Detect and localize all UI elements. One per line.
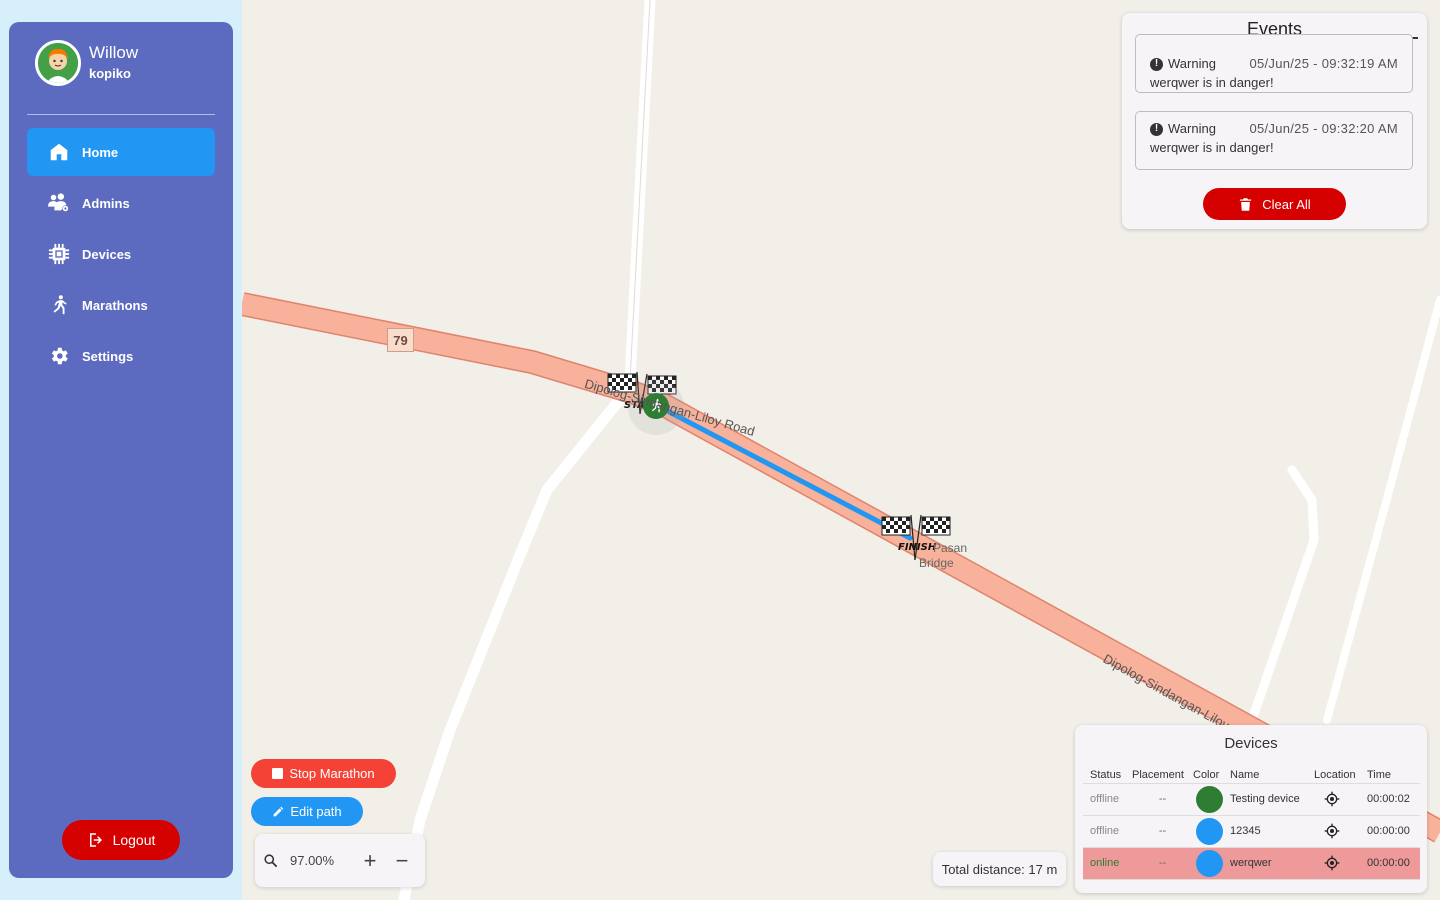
table-row[interactable]: offline -- Testing device 00:00:02 bbox=[1083, 783, 1420, 816]
sidebar: Willow kopiko Home Admins Devices Marath… bbox=[9, 22, 233, 878]
chip-icon bbox=[47, 242, 71, 266]
zoom-value: 97.00% bbox=[290, 853, 335, 868]
zoom-in-button[interactable]: + bbox=[358, 848, 382, 873]
device-status: online bbox=[1083, 847, 1132, 880]
device-status: offline bbox=[1083, 815, 1132, 848]
sidebar-divider bbox=[27, 114, 215, 115]
edit-path-label: Edit path bbox=[290, 804, 342, 819]
event-level: Warning bbox=[1168, 56, 1216, 71]
locate-button[interactable] bbox=[1314, 783, 1367, 816]
sidebar-item-label: Marathons bbox=[82, 297, 148, 313]
bridge-label: Pasan Bridge bbox=[919, 541, 968, 570]
warning-icon: ! bbox=[1150, 57, 1163, 71]
sidebar-item-admins[interactable]: Admins bbox=[27, 179, 215, 227]
total-distance: Total distance: 17 m bbox=[933, 852, 1066, 886]
avatar bbox=[35, 40, 81, 86]
device-color-swatch bbox=[1196, 849, 1223, 877]
column-header: Name bbox=[1230, 767, 1314, 784]
user-profile[interactable]: Willow kopiko bbox=[35, 40, 138, 86]
edit-path-button[interactable]: Edit path bbox=[251, 797, 363, 826]
sidebar-nav: Home Admins Devices Marathons Settings bbox=[27, 128, 215, 383]
logout-icon bbox=[89, 833, 102, 847]
user-username: kopiko bbox=[89, 66, 131, 81]
table-header-row: Status Placement Color Name Location Tim… bbox=[1083, 767, 1420, 784]
clear-all-label: Clear All bbox=[1262, 196, 1311, 212]
pencil-icon bbox=[273, 806, 284, 817]
route-shield: 79 bbox=[387, 328, 414, 352]
crosshair-icon bbox=[1324, 791, 1340, 807]
sidebar-item-label: Home bbox=[82, 144, 119, 160]
runner-icon bbox=[47, 293, 71, 317]
column-header: Location bbox=[1314, 767, 1367, 784]
device-time: 00:00:02 bbox=[1367, 783, 1420, 816]
locate-button[interactable] bbox=[1314, 815, 1367, 848]
device-color-swatch bbox=[1196, 785, 1223, 813]
device-name: Testing device bbox=[1230, 783, 1314, 816]
device-name: werqwer bbox=[1230, 847, 1314, 880]
event-message: werqwer is in danger! bbox=[1150, 75, 1274, 90]
table-row[interactable]: online -- werqwer 00:00:00 bbox=[1083, 847, 1420, 880]
logout-label: Logout bbox=[112, 832, 156, 848]
device-name: 12345 bbox=[1230, 815, 1314, 848]
locate-button[interactable] bbox=[1314, 847, 1367, 880]
sidebar-item-home[interactable]: Home bbox=[27, 128, 215, 176]
stop-marathon-label: Stop Marathon bbox=[289, 766, 375, 781]
device-status: offline bbox=[1083, 783, 1132, 816]
devices-table: Status Placement Color Name Location Tim… bbox=[1083, 767, 1420, 880]
user-name: Willow bbox=[89, 43, 139, 62]
column-header: Time bbox=[1367, 767, 1420, 784]
devices-panel: Devices Status Placement Color Name Loca… bbox=[1075, 725, 1427, 893]
sidebar-item-devices[interactable]: Devices bbox=[27, 230, 215, 278]
crosshair-icon bbox=[1324, 823, 1340, 839]
stop-marathon-button[interactable]: Stop Marathon bbox=[251, 759, 396, 788]
stop-icon bbox=[272, 768, 284, 779]
search-icon bbox=[264, 854, 277, 867]
zoom-out-button[interactable]: − bbox=[390, 848, 414, 873]
devices-title: Devices bbox=[1224, 735, 1278, 752]
event-card: ! Warning 05/Jun/25 - 09:32:19 AM werqwe… bbox=[1135, 34, 1413, 93]
home-icon bbox=[47, 140, 71, 164]
sidebar-item-settings[interactable]: Settings bbox=[27, 332, 215, 380]
sidebar-item-marathons[interactable]: Marathons bbox=[27, 281, 215, 329]
sidebar-item-label: Settings bbox=[82, 348, 134, 364]
event-message: werqwer is in danger! bbox=[1150, 140, 1274, 155]
device-placement: -- bbox=[1132, 815, 1193, 848]
trash-icon bbox=[1240, 197, 1252, 211]
column-header: Color bbox=[1193, 767, 1230, 784]
column-header: Placement bbox=[1132, 767, 1193, 784]
admins-icon bbox=[47, 191, 71, 215]
device-color-swatch bbox=[1196, 817, 1223, 845]
column-header: Status bbox=[1083, 767, 1132, 784]
crosshair-icon bbox=[1324, 855, 1340, 871]
event-time: 05/Jun/25 - 09:32:19 AM bbox=[1249, 56, 1398, 71]
zoom-control: 97.00% + − bbox=[255, 834, 425, 887]
event-time: 05/Jun/25 - 09:32:20 AM bbox=[1249, 121, 1398, 136]
device-time: 00:00:00 bbox=[1367, 847, 1420, 880]
event-card: ! Warning 05/Jun/25 - 09:32:20 AM werqwe… bbox=[1135, 111, 1413, 170]
sidebar-item-label: Devices bbox=[82, 246, 132, 262]
sidebar-item-label: Admins bbox=[82, 195, 130, 211]
device-time: 00:00:00 bbox=[1367, 815, 1420, 848]
table-row[interactable]: offline -- 12345 00:00:00 bbox=[1083, 815, 1420, 848]
device-placement: -- bbox=[1132, 847, 1193, 880]
event-level: Warning bbox=[1168, 121, 1216, 136]
gear-icon bbox=[47, 344, 71, 368]
events-panel: Events ! Warning 05/Jun/25 - 09:32:19 AM… bbox=[1122, 13, 1427, 229]
warning-icon: ! bbox=[1150, 122, 1163, 136]
clear-all-button[interactable]: Clear All bbox=[1203, 188, 1346, 220]
logout-button[interactable]: Logout bbox=[62, 820, 180, 860]
device-placement: -- bbox=[1132, 783, 1193, 816]
